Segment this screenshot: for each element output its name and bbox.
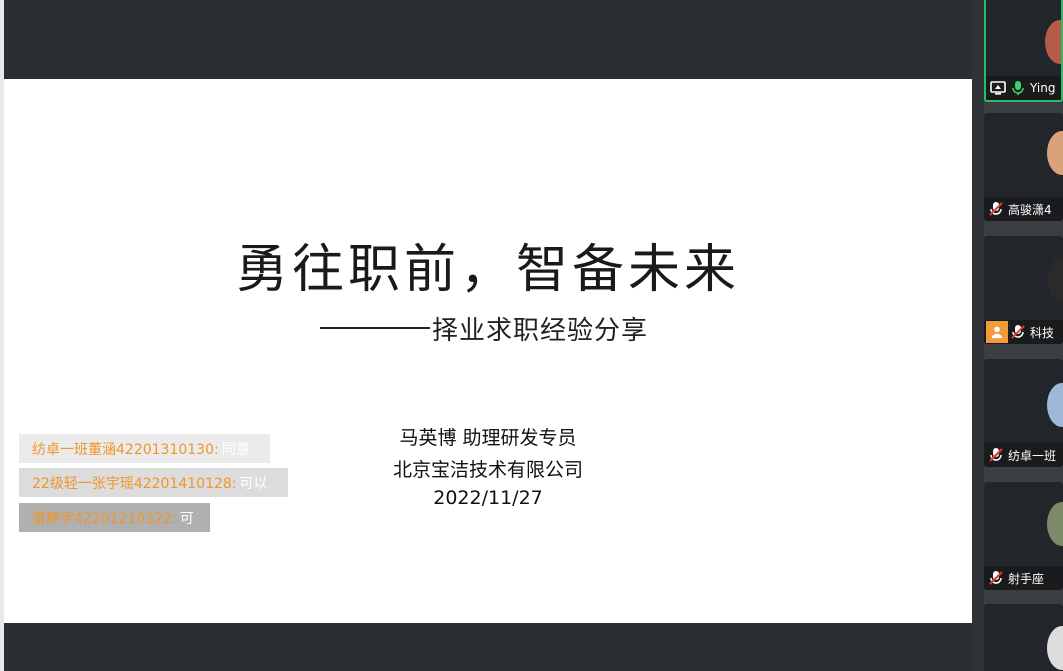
chat-text: 可以 xyxy=(239,475,268,492)
participant-avatar xyxy=(1047,383,1063,427)
chat-text: 同意 xyxy=(221,441,250,458)
participant-tile[interactable]: 纺卓一班 xyxy=(984,359,1063,467)
participant-label-bar: Ying xyxy=(986,76,1061,100)
participant-name: 科技 xyxy=(1030,325,1055,340)
chat-sender: 雷静宇42201210322: xyxy=(32,510,177,527)
chat-sender: 22级轻一张宇瑶42201410128: xyxy=(32,475,237,492)
screen-share-icon xyxy=(990,80,1006,96)
slide-subtitle-row: 择业求职经验分享 xyxy=(320,311,649,346)
chat-message: 纺卓一班董涵42201310130: 同意 xyxy=(19,434,270,463)
user-icon xyxy=(986,321,1008,343)
participant-avatar xyxy=(1047,131,1063,175)
slide-subtitle: 择业求职经验分享 xyxy=(432,315,649,346)
mic-muted-icon xyxy=(988,201,1004,217)
meeting-window: 勇往职前，智备未来 择业求职经验分享 马英博 助理研发专员 北京宝洁技术有限公司… xyxy=(0,0,1063,671)
participant-name: 高骏潇4 xyxy=(1008,202,1052,217)
chat-message: 雷静宇42201210322: 可 xyxy=(19,503,210,532)
participant-label-bar: 高骏潇4 xyxy=(984,197,1063,221)
participant-tile[interactable]: 科技 xyxy=(984,236,1063,344)
participant-avatar xyxy=(1047,626,1063,670)
presentation-slide: 勇往职前，智备未来 择业求职经验分享 马英博 助理研发专员 北京宝洁技术有限公司… xyxy=(4,79,972,623)
participant-avatar xyxy=(1047,258,1063,302)
participant-tile[interactable]: 射手座 xyxy=(984,482,1063,590)
strip-divider xyxy=(972,0,984,671)
chat-sender: 纺卓一班董涵42201310130: xyxy=(32,441,219,458)
participant-avatar xyxy=(1047,502,1063,546)
mic-muted-icon xyxy=(988,570,1004,586)
participant-label-bar: 纺卓一班 xyxy=(984,443,1063,467)
participant-name: Ying xyxy=(1030,81,1056,95)
participant-label-bar: 射手座 xyxy=(984,566,1063,590)
participant-tile[interactable]: 高骏潇4 xyxy=(984,113,1063,221)
chat-text: 可 xyxy=(179,510,194,527)
chat-message: 22级轻一张宇瑶42201410128: 可以 xyxy=(19,468,288,497)
subtitle-dash xyxy=(320,327,430,329)
participant-avatar xyxy=(1045,20,1061,64)
mic-muted-icon xyxy=(988,447,1004,463)
participant-label-bar: 科技 xyxy=(984,320,1063,344)
slide-title: 勇往职前，智备未来 xyxy=(235,240,740,300)
participant-name: 纺卓一班 xyxy=(1008,448,1057,463)
participant-tile[interactable] xyxy=(984,604,1063,671)
mic-muted-icon xyxy=(1010,324,1026,340)
participant-tile[interactable]: Ying xyxy=(984,0,1063,102)
participant-name: 射手座 xyxy=(1008,571,1045,586)
mic-on-icon xyxy=(1010,80,1026,96)
